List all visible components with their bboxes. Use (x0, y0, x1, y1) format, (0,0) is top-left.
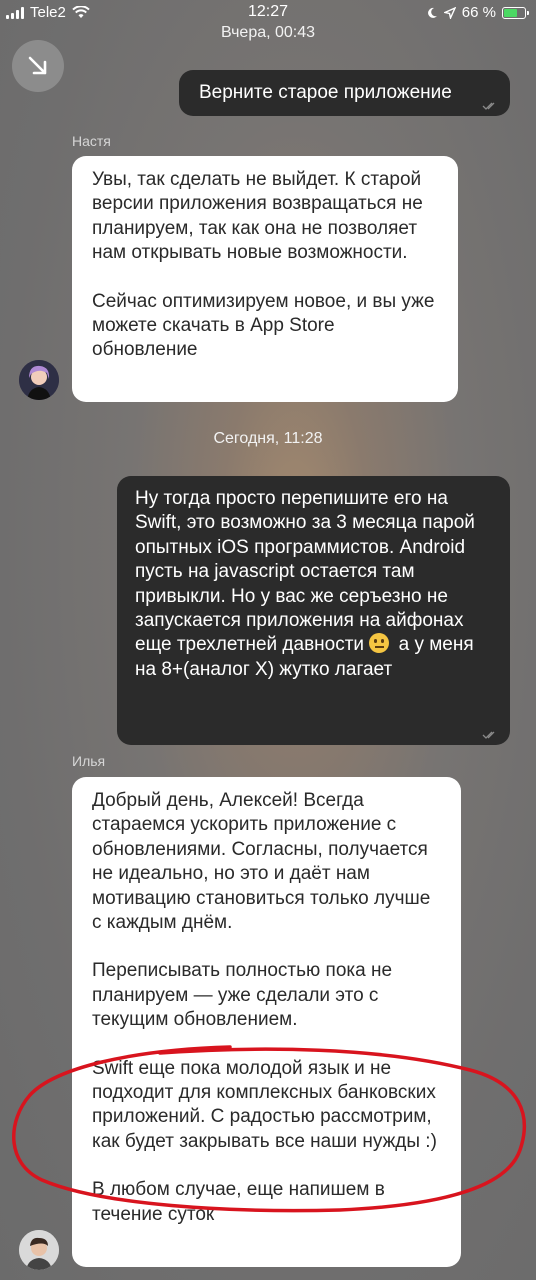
message-paragraph: Swift еще пока молодой язык и не подходи… (92, 1057, 437, 1152)
scroll-down-button[interactable] (12, 40, 64, 92)
avatar[interactable] (19, 360, 59, 400)
message-text: Верните старое приложение (199, 82, 452, 103)
message-paragraph: Увы, так сделать не выйдет. К старой вер… (92, 169, 423, 264)
message-paragraph: Переписывать полностью пока не планируем… (92, 960, 393, 1031)
outgoing-message[interactable]: Верните старое приложение (179, 70, 510, 116)
message-text: Ну тогда просто перепишите его на Swift,… (135, 488, 475, 656)
message-paragraph: Добрый день, Алексей! Всегда стараемся у… (92, 790, 431, 934)
message-paragraph: В любом случае, еще напишем в течение су… (92, 1179, 385, 1225)
sender-name: Илья (72, 753, 106, 769)
message-paragraph: Сейчас оптимизируем новое, и вы уже може… (92, 290, 435, 361)
double-check-icon (482, 102, 495, 110)
agent-avatar-icon (19, 1230, 59, 1270)
status-right: 66 % (426, 4, 529, 21)
date-separator-today: Сегодня, 11:28 (213, 430, 323, 447)
moon-icon (427, 7, 437, 18)
incoming-message[interactable]: Увы, так сделать не выйдет. К старой вер… (72, 156, 458, 402)
sender-name: Настя (72, 133, 111, 149)
battery-percent: 66 % (461, 4, 496, 21)
battery-icon (502, 6, 529, 19)
arrow-down-right-icon (28, 56, 47, 75)
battery-fill (504, 8, 517, 17)
date-separator-yesterday: Вчера, 00:43 (220, 24, 316, 41)
double-check-icon (482, 731, 495, 739)
location-arrow-icon (443, 6, 456, 19)
neutral-face-emoji-icon (369, 633, 390, 654)
avatar[interactable] (19, 1230, 59, 1270)
outgoing-message[interactable]: Ну тогда просто перепишите его на Swift,… (117, 476, 510, 745)
incoming-message[interactable]: Добрый день, Алексей! Всегда стараемся у… (72, 777, 461, 1267)
agent-avatar-icon (19, 360, 59, 400)
